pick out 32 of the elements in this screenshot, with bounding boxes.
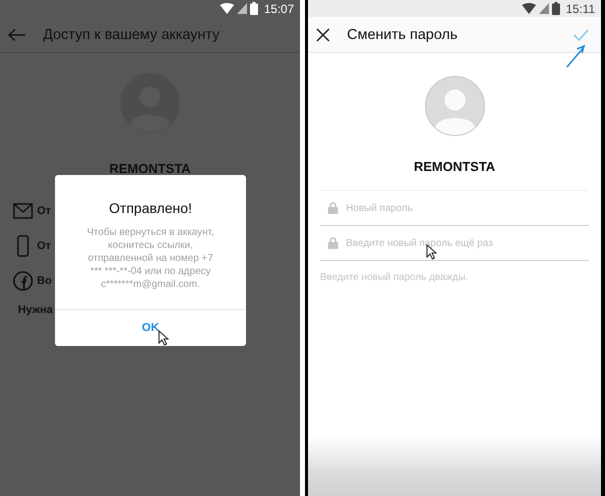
checkmark-icon[interactable]	[573, 28, 589, 40]
option-label[interactable]: От	[37, 205, 51, 217]
hint-text: Введите новый пароль дважды.	[320, 272, 470, 283]
screen-title: Сменить пароль	[347, 26, 459, 42]
option-label[interactable]: Во	[37, 275, 52, 287]
battery-icon	[250, 2, 258, 15]
close-icon[interactable]	[316, 28, 330, 42]
facebook-icon	[13, 271, 33, 291]
phone-icon	[17, 235, 29, 257]
status-time: 15:11	[566, 2, 595, 16]
dialog-title: Отправлено!	[109, 200, 192, 216]
lock-icon	[328, 237, 338, 249]
password-field[interactable]: Новый пароль	[346, 200, 589, 216]
password-field[interactable]: Введите новый пароль ещё раз	[346, 236, 589, 250]
ok-button[interactable]: OK	[138, 320, 164, 336]
battery-icon	[552, 2, 560, 15]
avatar-icon	[424, 76, 484, 136]
wifi-icon	[220, 3, 234, 14]
back-arrow-icon[interactable]	[8, 28, 26, 40]
arrow-icon	[566, 44, 586, 68]
status-time: 15:07	[264, 2, 294, 16]
signal-icon	[538, 3, 549, 14]
username: REMONTSTA	[414, 159, 496, 174]
wifi-icon	[522, 3, 536, 14]
username: REMONTSTA	[109, 161, 191, 176]
screen-title: Доступ к вашему аккаунту	[43, 26, 221, 42]
help-text: Нужна	[17, 304, 54, 316]
dialog-message: Чтобы вернуться в аккаунт, коснитесь ссылки, отправленной на номер +7 *** ***-**-04 или по адресу c*******m@gmail.com.	[86, 226, 216, 291]
lock-icon	[328, 202, 338, 214]
signal-icon	[236, 3, 247, 14]
option-label[interactable]: От	[37, 240, 51, 252]
envelope-icon	[13, 203, 33, 219]
